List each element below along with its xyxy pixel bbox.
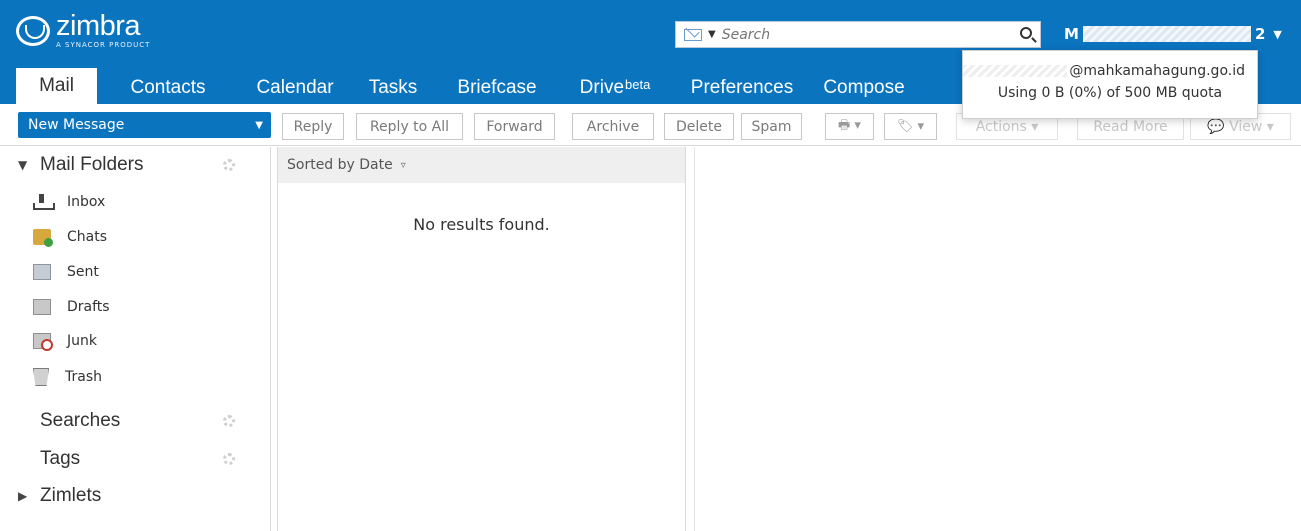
folder-sent[interactable]: Sent	[33, 260, 99, 284]
tab-briefcase[interactable]: Briefcase	[435, 72, 559, 104]
quota-usage-text: Using 0 B (0%) of 500 MB quota	[997, 85, 1223, 101]
tag-button[interactable]: 🏷 ▾	[884, 113, 937, 140]
logo-subtitle: A SYNACOR PRODUCT	[56, 41, 151, 49]
gear-icon[interactable]	[223, 453, 235, 465]
sort-header[interactable]: Sorted by Date ▿	[278, 147, 685, 183]
gear-icon[interactable]	[223, 415, 235, 427]
folder-trash[interactable]: Trash	[33, 365, 102, 389]
spam-button[interactable]: Spam	[741, 113, 802, 140]
drafts-icon	[33, 299, 51, 315]
user-name-redacted	[1082, 26, 1251, 42]
tab-drive[interactable]: Drive beta	[559, 72, 671, 104]
folder-chats[interactable]: Chats	[33, 225, 107, 249]
user-name-prefix: M	[1064, 25, 1079, 43]
forward-button[interactable]: Forward	[474, 113, 555, 140]
chevron-down-icon[interactable]: ▼	[708, 29, 716, 40]
new-message-button[interactable]: New Message ▼	[18, 112, 271, 138]
tab-preferences[interactable]: Preferences	[671, 72, 813, 104]
message-list-pane: Sorted by Date ▿ No results found.	[277, 147, 686, 531]
tags-header[interactable]: Tags	[0, 444, 271, 474]
reply-button[interactable]: Reply	[282, 113, 344, 140]
tab-compose[interactable]: Compose	[813, 72, 915, 104]
mail-type-icon[interactable]	[684, 28, 702, 41]
chevron-down-icon[interactable]: ▼	[255, 120, 263, 131]
junk-icon	[33, 333, 53, 351]
print-button[interactable]: 🖶 ▾	[825, 113, 874, 140]
gear-icon[interactable]	[223, 159, 235, 171]
sent-icon	[33, 264, 51, 280]
reading-pane	[694, 147, 1301, 531]
archive-button[interactable]: Archive	[572, 113, 654, 140]
search-icon[interactable]	[1020, 27, 1032, 39]
tab-tasks[interactable]: Tasks	[351, 72, 435, 104]
chevron-down-icon[interactable]: ▼	[1273, 28, 1281, 41]
folder-junk[interactable]: Junk	[33, 329, 97, 353]
zimlets-header[interactable]: ▶ Zimlets	[0, 481, 271, 511]
chevron-down-icon[interactable]: ▼	[18, 158, 32, 172]
sort-icon[interactable]: ▿	[401, 160, 406, 171]
user-account-menu[interactable]: M 2 ▼	[1064, 22, 1282, 46]
zimbra-logo-icon	[16, 15, 50, 46]
folder-drafts[interactable]: Drafts	[33, 295, 110, 319]
chevron-right-icon[interactable]: ▶	[18, 489, 32, 503]
email-redacted	[963, 65, 1068, 77]
folder-tree: ▼ Mail Folders Inbox Chats Sent Drafts J…	[0, 147, 271, 531]
quota-tooltip: @mahkamahagung.go.id Using 0 B (0%) of 5…	[962, 50, 1258, 119]
email-domain: @mahkamahagung.go.id	[1069, 63, 1245, 79]
reply-all-button[interactable]: Reply to All	[356, 113, 463, 140]
user-name-suffix: 2	[1254, 25, 1266, 43]
logo-word: zimbra	[56, 10, 141, 42]
empty-results-message: No results found.	[413, 215, 550, 234]
inbox-icon	[33, 194, 55, 210]
folder-inbox[interactable]: Inbox	[33, 190, 105, 214]
zimbra-logo[interactable]: zimbra A SYNACOR PRODUCT	[16, 12, 150, 49]
chats-icon	[33, 229, 53, 247]
trash-icon	[33, 368, 49, 386]
search-input[interactable]	[721, 26, 1002, 43]
search-box: ▼	[675, 21, 1041, 48]
tab-contacts[interactable]: Contacts	[97, 72, 239, 104]
app-tabs: Mail Contacts Calendar Tasks Briefcase D…	[16, 68, 915, 104]
delete-button[interactable]: Delete	[664, 113, 734, 140]
zimbra-app: zimbra A SYNACOR PRODUCT ▼ M 2 ▼ Mail Co…	[0, 0, 1301, 531]
mail-folders-header[interactable]: ▼ Mail Folders	[0, 150, 271, 180]
tab-mail[interactable]: Mail	[16, 68, 97, 104]
tab-calendar[interactable]: Calendar	[239, 72, 351, 104]
searches-header[interactable]: Searches	[0, 406, 271, 436]
